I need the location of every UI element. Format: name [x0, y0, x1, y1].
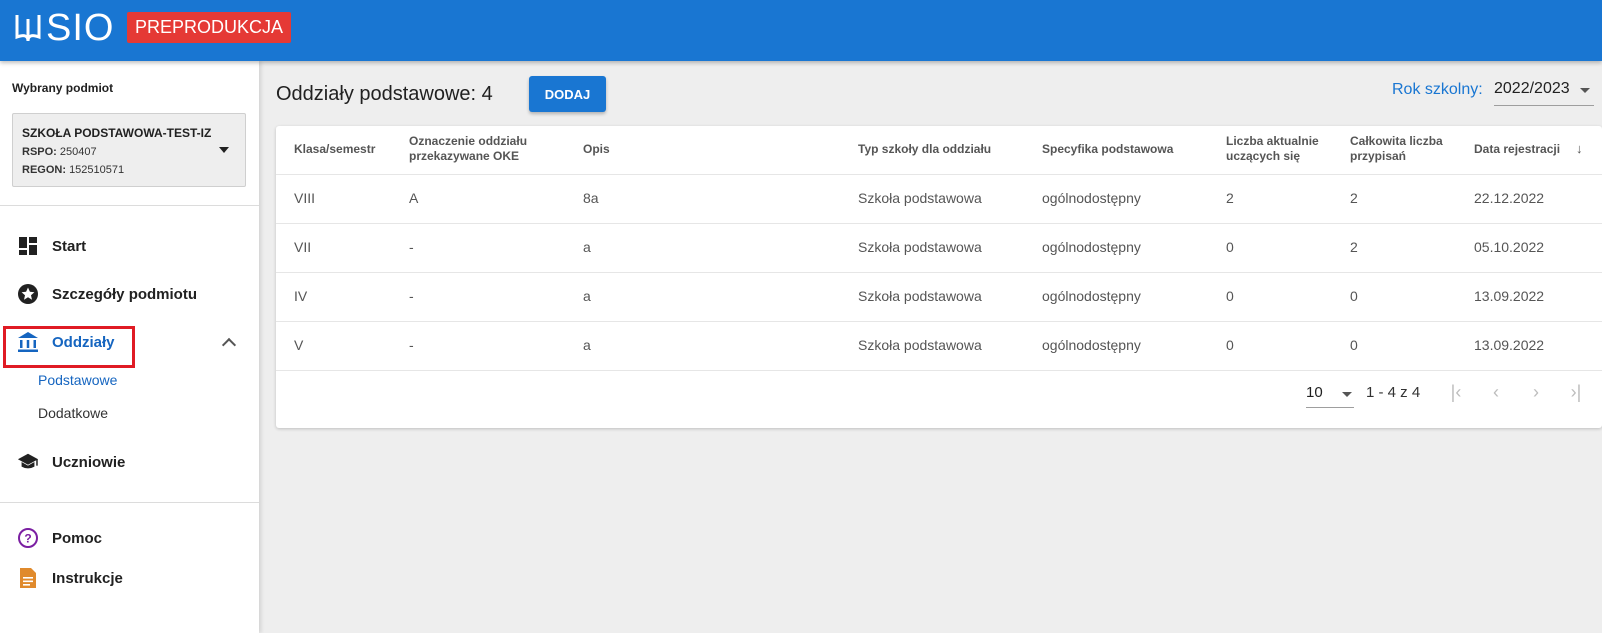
selected-entity-label: Wybrany podmiot — [12, 81, 114, 95]
cell-school-type: Szkoła podstawowa — [858, 239, 982, 255]
sidebar-item-label: Szczegóły podmiotu — [52, 285, 198, 303]
cell-school-type: Szkoła podstawowa — [858, 288, 982, 304]
svg-text:?: ? — [24, 532, 31, 546]
column-header-description[interactable]: Opis — [583, 142, 610, 157]
dropdown-arrow-icon — [1580, 88, 1590, 93]
dropdown-arrow-icon — [1342, 392, 1352, 397]
column-header-oke-designation[interactable]: Oznaczenie oddziału przekazywane OKE — [409, 134, 527, 164]
first-page-icon[interactable]: |‹ — [1442, 378, 1470, 406]
cell-current-students: 0 — [1226, 288, 1234, 304]
app-name: SIO — [46, 7, 115, 49]
cell-registration-date: 05.10.2022 — [1474, 239, 1545, 255]
page-title: Oddziały podstawowe: 4 — [276, 83, 493, 105]
dashboard-icon — [17, 235, 39, 257]
cell-oke-designation: - — [409, 337, 414, 353]
rspo-label: RSPO: — [22, 146, 57, 158]
cell-description: a — [583, 337, 591, 353]
row-divider — [276, 272, 1602, 273]
sidebar-item-label: Instrukcje — [52, 569, 123, 587]
cell-specificity: ogólnodostępny — [1042, 337, 1141, 353]
sidebar-item-start[interactable]: Start — [0, 226, 259, 266]
sidebar-item-help[interactable]: ? Pomoc — [0, 518, 259, 558]
cell-current-students: 0 — [1226, 337, 1234, 353]
school-icon — [17, 451, 39, 473]
cell-description: a — [583, 288, 591, 304]
dropdown-arrow-icon[interactable] — [219, 147, 229, 153]
pagination-range: 1 - 4 z 4 — [1366, 384, 1421, 401]
cell-school-type: Szkoła podstawowa — [858, 337, 982, 353]
entity-selector[interactable]: SZKOŁA PODSTAWOWA-TEST-IZ RSPO: 250407 R… — [12, 113, 246, 187]
entity-rspo: RSPO: 250407 — [22, 146, 97, 158]
arrow-down-icon[interactable]: ↓ — [1576, 141, 1583, 156]
sidebar-divider — [0, 205, 259, 206]
column-header-specificity[interactable]: Specyfika podstawowa — [1042, 142, 1173, 157]
sidebar-item-label: Uczniowie — [52, 453, 126, 471]
sidebar-item-label: Start — [52, 237, 87, 255]
cell-oke-designation: - — [409, 288, 414, 304]
top-bar: SIO PREPRODUKCJA — [0, 0, 1602, 61]
row-divider — [276, 321, 1602, 322]
sio-logo[interactable]: SIO — [14, 8, 114, 48]
help-icon: ? — [17, 527, 39, 549]
sidebar-item-label: Pomoc — [52, 529, 103, 547]
regon-label: REGON: — [22, 164, 66, 176]
cell-class: VIII — [294, 190, 316, 206]
column-header-class[interactable]: Klasa/semestr — [294, 142, 375, 157]
cell-registration-date: 13.09.2022 — [1474, 337, 1545, 353]
cell-current-students: 0 — [1226, 239, 1234, 255]
rspo-value: 250407 — [59, 146, 97, 158]
cell-total-assignments: 0 — [1350, 288, 1358, 304]
cell-total-assignments: 2 — [1350, 190, 1358, 206]
row-divider — [276, 223, 1602, 224]
school-year-select[interactable]: 2022/2023 — [1494, 78, 1594, 106]
cell-specificity: ogólnodostępny — [1042, 288, 1141, 304]
page-size-value: 10 — [1306, 384, 1323, 401]
column-header-registration-date[interactable]: Data rejestracji — [1474, 142, 1560, 157]
column-header-school-type[interactable]: Typ szkoły dla oddziału — [858, 142, 991, 157]
chevron-up-icon[interactable] — [221, 337, 237, 353]
row-divider — [276, 370, 1602, 371]
star-icon — [17, 283, 39, 305]
last-page-icon[interactable]: ›| — [1562, 378, 1590, 406]
sidebar-item-instructions[interactable]: Instrukcje — [0, 558, 259, 598]
next-page-icon[interactable]: › — [1522, 378, 1550, 406]
cell-class: VII — [294, 239, 312, 255]
add-button[interactable]: DODAJ — [529, 76, 606, 112]
sidebar-subitem-additional[interactable]: Dodatkowe — [38, 405, 108, 421]
document-icon — [17, 567, 39, 589]
branches-table: Klasa/semestr Oznaczenie oddziału przekaz… — [276, 126, 1602, 428]
cell-class: V — [294, 337, 304, 353]
header-divider — [276, 174, 1602, 175]
page-size-select[interactable]: 10 — [1306, 382, 1354, 408]
sidebar-subitem-basic[interactable]: Podstawowe — [38, 372, 117, 388]
sidebar-divider — [0, 502, 259, 503]
regon-value: 152510571 — [69, 164, 125, 176]
column-header-current-students[interactable]: Liczba aktualnie uczących się — [1226, 134, 1319, 164]
cell-school-type: Szkoła podstawowa — [858, 190, 982, 206]
cell-oke-designation: A — [409, 190, 419, 206]
cell-class: IV — [294, 288, 308, 304]
cell-description: a — [583, 239, 591, 255]
column-header-total-assignments[interactable]: Całkowita liczba przypisań — [1350, 134, 1443, 164]
cell-total-assignments: 2 — [1350, 239, 1358, 255]
sidebar-item-students[interactable]: Uczniowie — [0, 442, 259, 482]
cell-registration-date: 22.12.2022 — [1474, 190, 1545, 206]
previous-page-icon[interactable]: ‹ — [1482, 378, 1510, 406]
environment-badge: PREPRODUKCJA — [127, 12, 292, 43]
cell-current-students: 2 — [1226, 190, 1234, 206]
cell-description: 8a — [583, 190, 599, 206]
annotation-highlight-box — [3, 326, 135, 368]
cell-oke-designation: - — [409, 239, 414, 255]
cell-registration-date: 13.09.2022 — [1474, 288, 1545, 304]
entity-name: SZKOŁA PODSTAWOWA-TEST-IZ — [22, 126, 212, 140]
cell-specificity: ogólnodostępny — [1042, 239, 1141, 255]
school-year-value: 2022/2023 — [1494, 80, 1570, 97]
cell-specificity: ogólnodostępny — [1042, 190, 1141, 206]
school-year-label: Rok szkolny: — [1392, 81, 1483, 98]
sidebar-item-entity-details[interactable]: Szczegóły podmiotu — [0, 274, 259, 314]
book-icon — [15, 15, 41, 42]
entity-regon: REGON: 152510571 — [22, 164, 124, 176]
cell-total-assignments: 0 — [1350, 337, 1358, 353]
